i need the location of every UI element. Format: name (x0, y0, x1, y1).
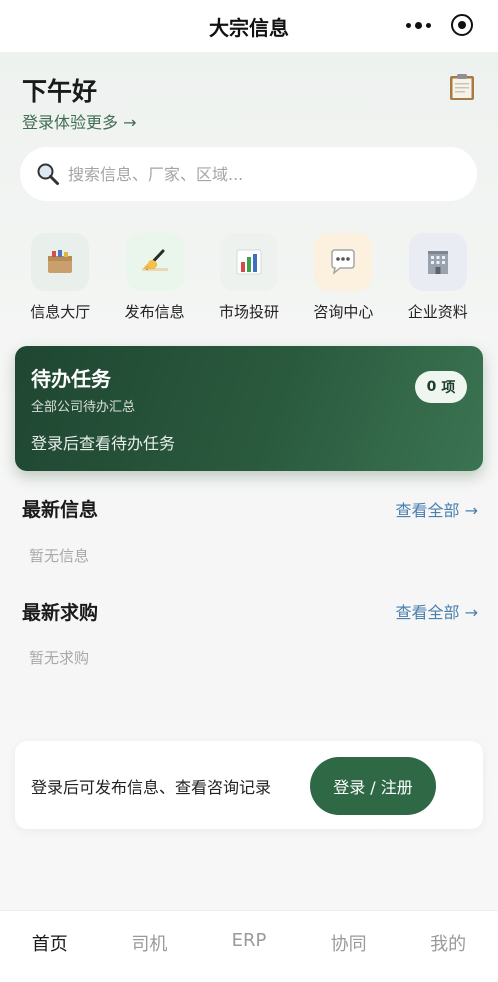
tab-collaboration[interactable]: 协同 (299, 911, 399, 982)
todo-unit: 项 (441, 380, 456, 396)
entry-publish-info[interactable]: 发布信息 (107, 233, 201, 323)
latest-info-title: 最新信息 (22, 499, 99, 521)
latest-purchase-view-all-link[interactable]: 查看全部 → (396, 599, 479, 623)
entry-label: 企业资料 (407, 303, 468, 321)
close-target-icon[interactable] (440, 14, 484, 36)
todo-task-card[interactable]: 待办任务 全部公司待办汇总 登录后查看待办任务 0 项 (15, 346, 483, 471)
entry-consult-center[interactable]: 咨询中心 (296, 233, 390, 323)
tab-bar: 首页 司机 ERP 协同 我的 (0, 910, 498, 982)
search-bar[interactable] (20, 147, 477, 201)
todo-count: 0 (426, 379, 437, 395)
entry-info-hall[interactable]: 信息大厅 (13, 233, 107, 323)
tab-erp[interactable]: ERP (199, 911, 299, 982)
tab-driver[interactable]: 司机 (100, 911, 200, 982)
entry-label: 发布信息 (124, 303, 185, 321)
search-input[interactable] (68, 164, 448, 184)
entry-label: 信息大厅 (30, 303, 91, 321)
navigation-bar: 大宗信息 (0, 0, 498, 52)
entry-label: 咨询中心 (313, 303, 374, 321)
latest-info-empty: 暂无信息 (29, 547, 90, 565)
todo-login-hint: 登录后查看待办任务 (31, 434, 176, 453)
tab-home[interactable]: 首页 (0, 911, 100, 982)
login-cta-card: 登录后可发布信息、查看咨询记录 登录 / 注册 (15, 741, 483, 829)
bar-chart-icon (219, 233, 278, 291)
writing-hand-icon (125, 233, 184, 291)
entry-market-research[interactable]: 市场投研 (202, 233, 296, 323)
office-building-icon (408, 233, 467, 291)
entry-label: 市场投研 (218, 303, 279, 321)
login-more-link[interactable]: 登录体验更多 → (22, 109, 137, 133)
tab-mine[interactable]: 我的 (398, 911, 498, 982)
clipboard-icon[interactable] (449, 73, 475, 101)
todo-title: 待办任务 (31, 367, 111, 391)
box-icon (31, 233, 90, 291)
greeting-text: 下午好 (22, 77, 98, 106)
latest-purchase-empty: 暂无求购 (29, 649, 90, 667)
cta-text: 登录后可发布信息、查看咨询记录 (31, 778, 272, 797)
todo-count-badge: 0 项 (415, 371, 467, 403)
latest-purchase-title: 最新求购 (22, 602, 99, 624)
latest-info-view-all-link[interactable]: 查看全部 → (396, 497, 479, 521)
entry-company-profile[interactable]: 企业资料 (391, 233, 485, 323)
login-register-button[interactable]: 登录 / 注册 (310, 757, 436, 815)
quick-entry-grid: 信息大厅 发布信息 市场投研 咨询中心 企业资料 (13, 233, 485, 323)
mini-program-capsule (396, 9, 484, 41)
todo-subtitle: 全部公司待办汇总 (31, 400, 136, 415)
search-icon (37, 163, 59, 185)
speech-bubble-icon (314, 233, 373, 291)
page-title: 大宗信息 (209, 15, 289, 40)
more-options-icon[interactable] (396, 21, 440, 29)
